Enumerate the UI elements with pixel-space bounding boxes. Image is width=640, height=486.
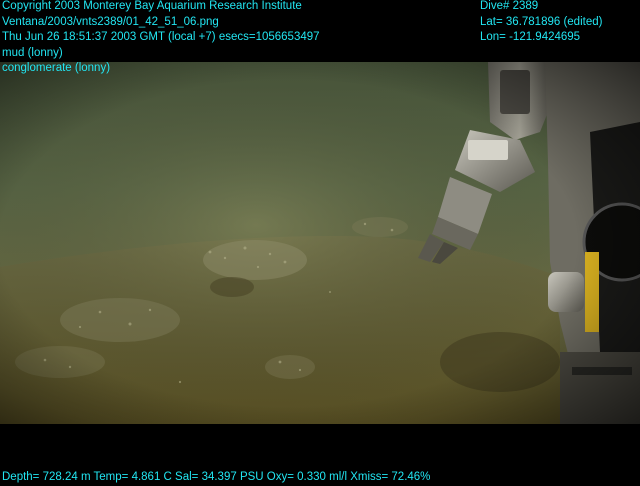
annotation-tag-mud: mud (lonny) bbox=[2, 46, 63, 59]
timestamp-text: Thu Jun 26 18:51:37 2003 GMT (local +7) … bbox=[2, 31, 320, 43]
sensor-readout-text: Depth= 728.24 m Temp= 4.861 C Sal= 34.39… bbox=[2, 471, 431, 483]
overlay-header-left: Copyright 2003 Monterey Bay Aquarium Res… bbox=[2, 0, 320, 77]
latitude-text: Lat= 36.781896 (edited) bbox=[480, 15, 603, 28]
overlay-footer: Depth= 728.24 m Temp= 4.861 C Sal= 34.39… bbox=[2, 470, 430, 486]
file-path-text: Ventana/2003/vnts2389/01_42_51_06.png bbox=[2, 15, 219, 28]
overlay-header-right: Dive# 2389 Lat= 36.781896 (edited) Lon= … bbox=[480, 0, 602, 46]
dive-number-text: Dive# 2389 bbox=[480, 0, 539, 12]
copyright-text: Copyright 2003 Monterey Bay Aquarium Res… bbox=[2, 0, 302, 12]
longitude-text: Lon= -121.9424695 bbox=[480, 31, 581, 43]
annotation-tag-conglomerate: conglomerate (lonny) bbox=[2, 62, 111, 74]
seafloor-scene-image bbox=[0, 62, 640, 424]
rov-video-frame: Copyright 2003 Monterey Bay Aquarium Res… bbox=[0, 0, 640, 486]
